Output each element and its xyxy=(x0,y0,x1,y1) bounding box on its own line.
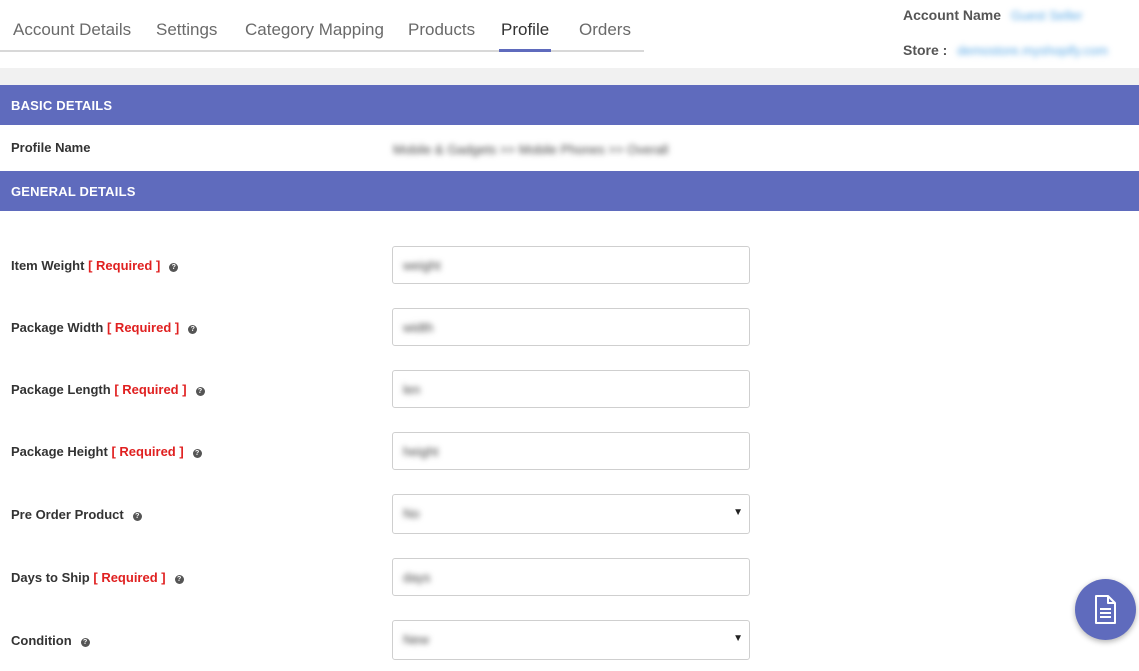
field-label-text: Pre Order Product xyxy=(11,507,124,522)
item-weight-input[interactable]: weight xyxy=(392,246,750,284)
help-icon[interactable]: ? xyxy=(132,512,142,521)
tab-products[interactable]: Products xyxy=(408,20,475,40)
field-label-text: Package Height xyxy=(11,444,108,459)
field-label-text: Item Weight xyxy=(11,258,85,273)
field-value: weight xyxy=(403,258,441,273)
account-name-link[interactable]: Guest Seller xyxy=(1011,8,1083,23)
chevron-down-icon: ▼ xyxy=(733,633,743,644)
help-icon[interactable]: ? xyxy=(195,387,205,396)
package-width-input[interactable]: width xyxy=(392,308,750,346)
field-label-text: Package Width xyxy=(11,320,104,335)
item-weight-label: Item Weight [ Required ]? xyxy=(11,258,179,273)
required-marker: [ Required ] xyxy=(88,258,161,273)
field-value: width xyxy=(403,320,434,335)
document-icon xyxy=(1095,595,1116,624)
account-info: Account Name Guest Seller xyxy=(903,7,1082,23)
field-label-text: Days to Ship xyxy=(11,570,90,585)
required-marker: [ Required ] xyxy=(106,320,180,335)
field-label-text: Package Length xyxy=(11,382,111,397)
condition-select[interactable]: New ▼ xyxy=(392,620,750,660)
store-label: Store : xyxy=(903,42,948,58)
tab-profile[interactable]: Profile xyxy=(498,20,552,52)
divider-band xyxy=(0,68,1139,85)
help-icon[interactable]: ? xyxy=(174,575,184,584)
required-marker: [ Required ] xyxy=(111,444,184,459)
document-fab-button[interactable] xyxy=(1075,579,1136,640)
days-to-ship-input[interactable]: days xyxy=(392,558,750,596)
store-link[interactable]: demostore.myshopify.com xyxy=(957,43,1108,58)
account-label: Account Name xyxy=(903,7,1002,23)
chevron-down-icon: ▼ xyxy=(733,507,743,518)
general-details-header: GENERAL DETAILS xyxy=(0,171,1139,211)
tab-category-mapping[interactable]: Category Mapping xyxy=(245,20,384,40)
help-icon[interactable]: ? xyxy=(188,325,198,334)
required-marker: [ Required ] xyxy=(93,570,166,585)
condition-label: Condition? xyxy=(11,633,90,648)
tab-account-details[interactable]: Account Details xyxy=(13,20,131,40)
field-value: height xyxy=(403,444,439,459)
profile-name-label: Profile Name xyxy=(11,140,91,155)
profile-name-value: Mobile & Gadgets >> Mobile Phones >> Ove… xyxy=(393,142,669,157)
package-width-label: Package Width [ Required ]? xyxy=(11,320,198,335)
tab-settings[interactable]: Settings xyxy=(156,20,217,40)
help-icon[interactable]: ? xyxy=(169,263,179,272)
field-value: New xyxy=(403,632,430,647)
package-height-input[interactable]: height xyxy=(392,432,750,470)
tab-orders[interactable]: Orders xyxy=(579,20,631,40)
help-icon[interactable]: ? xyxy=(80,638,90,647)
pre-order-product-select[interactable]: No ▼ xyxy=(392,494,750,534)
field-value: days xyxy=(403,570,431,585)
package-length-input[interactable]: len xyxy=(392,370,750,408)
basic-details-header: BASIC DETAILS xyxy=(0,85,1139,125)
field-value: len xyxy=(403,382,421,397)
help-icon[interactable]: ? xyxy=(192,449,202,458)
store-info: Store : demostore.myshopify.com xyxy=(903,42,1108,58)
field-value: No xyxy=(403,506,420,521)
tab-bar: Account Details Settings Category Mappin… xyxy=(0,0,644,52)
pre-order-product-label: Pre Order Product? xyxy=(11,507,142,522)
package-length-label: Package Length [ Required ]? xyxy=(11,382,205,397)
days-to-ship-label: Days to Ship [ Required ]? xyxy=(11,570,184,585)
profile-name-row: Profile Name Mobile & Gadgets >> Mobile … xyxy=(0,125,1139,171)
required-marker: [ Required ] xyxy=(114,382,187,397)
field-label-text: Condition xyxy=(11,633,72,648)
package-height-label: Package Height [ Required ]? xyxy=(11,444,202,459)
